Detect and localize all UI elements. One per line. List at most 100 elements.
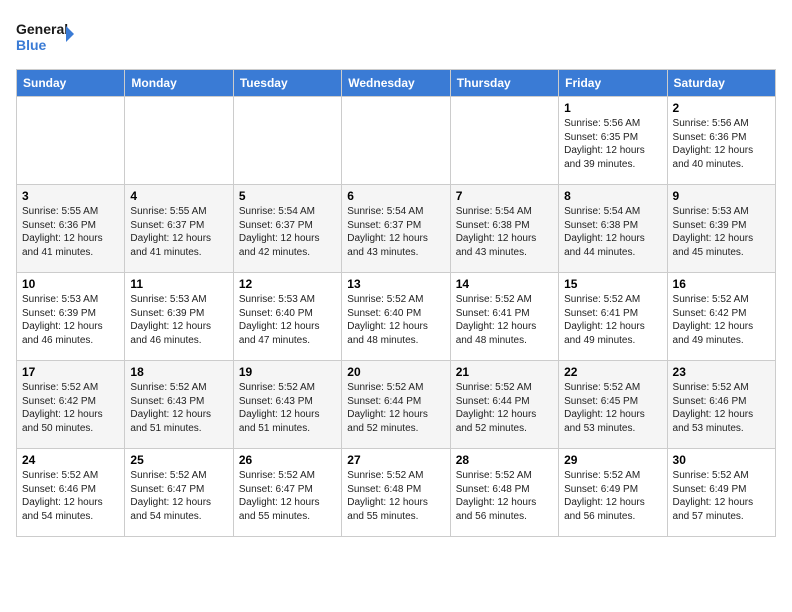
day-number: 3 xyxy=(22,189,119,203)
calendar-cell: 12 Sunrise: 5:53 AM Sunset: 6:40 PM Dayli… xyxy=(233,273,341,361)
calendar-cell: 23 Sunrise: 5:52 AM Sunset: 6:46 PM Dayli… xyxy=(667,361,775,449)
calendar-week-row: 24 Sunrise: 5:52 AM Sunset: 6:46 PM Dayli… xyxy=(17,449,776,537)
weekday-header-row: SundayMondayTuesdayWednesdayThursdayFrid… xyxy=(17,70,776,97)
day-number: 27 xyxy=(347,453,444,467)
day-info: Sunrise: 5:56 AM Sunset: 6:35 PM Dayligh… xyxy=(564,117,661,171)
day-number: 19 xyxy=(239,365,336,379)
calendar-cell xyxy=(17,97,125,185)
day-number: 29 xyxy=(564,453,661,467)
day-info: Sunrise: 5:52 AM Sunset: 6:41 PM Dayligh… xyxy=(456,293,553,347)
calendar-cell xyxy=(450,97,558,185)
day-info: Sunrise: 5:53 AM Sunset: 6:39 PM Dayligh… xyxy=(673,205,770,259)
calendar-cell: 16 Sunrise: 5:52 AM Sunset: 6:42 PM Dayli… xyxy=(667,273,775,361)
day-number: 11 xyxy=(130,277,227,291)
calendar-week-row: 1 Sunrise: 5:56 AM Sunset: 6:35 PM Daylig… xyxy=(17,97,776,185)
day-info: Sunrise: 5:52 AM Sunset: 6:49 PM Dayligh… xyxy=(564,469,661,523)
day-number: 20 xyxy=(347,365,444,379)
day-info: Sunrise: 5:52 AM Sunset: 6:42 PM Dayligh… xyxy=(22,381,119,435)
day-number: 5 xyxy=(239,189,336,203)
day-info: Sunrise: 5:52 AM Sunset: 6:48 PM Dayligh… xyxy=(347,469,444,523)
day-number: 7 xyxy=(456,189,553,203)
calendar-cell: 7Sunrise: 5:54 AM Sunset: 6:38 PM Daylig… xyxy=(450,185,558,273)
header: General Blue xyxy=(16,16,776,61)
calendar-cell: 18 Sunrise: 5:52 AM Sunset: 6:43 PM Dayli… xyxy=(125,361,233,449)
day-info: Sunrise: 5:54 AM Sunset: 6:37 PM Dayligh… xyxy=(347,205,444,259)
weekday-header-thursday: Thursday xyxy=(450,70,558,97)
calendar-week-row: 10 Sunrise: 5:53 AM Sunset: 6:39 PM Dayli… xyxy=(17,273,776,361)
calendar-cell: 10 Sunrise: 5:53 AM Sunset: 6:39 PM Dayli… xyxy=(17,273,125,361)
calendar-cell: 24 Sunrise: 5:52 AM Sunset: 6:46 PM Dayli… xyxy=(17,449,125,537)
day-number: 1 xyxy=(564,101,661,115)
day-number: 21 xyxy=(456,365,553,379)
calendar-week-row: 17 Sunrise: 5:52 AM Sunset: 6:42 PM Dayli… xyxy=(17,361,776,449)
day-number: 16 xyxy=(673,277,770,291)
calendar-cell: 14 Sunrise: 5:52 AM Sunset: 6:41 PM Dayli… xyxy=(450,273,558,361)
calendar-cell: 15 Sunrise: 5:52 AM Sunset: 6:41 PM Dayli… xyxy=(559,273,667,361)
day-info: Sunrise: 5:52 AM Sunset: 6:45 PM Dayligh… xyxy=(564,381,661,435)
calendar-cell: 6 Sunrise: 5:54 AM Sunset: 6:37 PM Daylig… xyxy=(342,185,450,273)
day-number: 18 xyxy=(130,365,227,379)
logo-svg: General Blue xyxy=(16,16,76,61)
weekday-header-wednesday: Wednesday xyxy=(342,70,450,97)
day-info: Sunrise: 5:52 AM Sunset: 6:42 PM Dayligh… xyxy=(673,293,770,347)
calendar-cell: 19 Sunrise: 5:52 AM Sunset: 6:43 PM Dayli… xyxy=(233,361,341,449)
calendar-cell: 20 Sunrise: 5:52 AM Sunset: 6:44 PM Dayli… xyxy=(342,361,450,449)
day-number: 4 xyxy=(130,189,227,203)
calendar-table: SundayMondayTuesdayWednesdayThursdayFrid… xyxy=(16,69,776,537)
calendar-body: 1 Sunrise: 5:56 AM Sunset: 6:35 PM Daylig… xyxy=(17,97,776,537)
day-info: Sunrise: 5:53 AM Sunset: 6:39 PM Dayligh… xyxy=(22,293,119,347)
day-number: 12 xyxy=(239,277,336,291)
calendar-cell: 28Sunrise: 5:52 AM Sunset: 6:48 PM Dayli… xyxy=(450,449,558,537)
calendar-cell: 27 Sunrise: 5:52 AM Sunset: 6:48 PM Dayli… xyxy=(342,449,450,537)
calendar-cell: 1 Sunrise: 5:56 AM Sunset: 6:35 PM Daylig… xyxy=(559,97,667,185)
day-number: 14 xyxy=(456,277,553,291)
day-number: 6 xyxy=(347,189,444,203)
weekday-header-friday: Friday xyxy=(559,70,667,97)
day-info: Sunrise: 5:52 AM Sunset: 6:43 PM Dayligh… xyxy=(130,381,227,435)
logo: General Blue xyxy=(16,16,76,61)
calendar-cell: 3 Sunrise: 5:55 AM Sunset: 6:36 PM Daylig… xyxy=(17,185,125,273)
calendar-cell: 11 Sunrise: 5:53 AM Sunset: 6:39 PM Dayli… xyxy=(125,273,233,361)
calendar-cell: 25 Sunrise: 5:52 AM Sunset: 6:47 PM Dayli… xyxy=(125,449,233,537)
day-info: Sunrise: 5:52 AM Sunset: 6:43 PM Dayligh… xyxy=(239,381,336,435)
day-number: 10 xyxy=(22,277,119,291)
day-info: Sunrise: 5:55 AM Sunset: 6:36 PM Dayligh… xyxy=(22,205,119,259)
calendar-cell: 26 Sunrise: 5:52 AM Sunset: 6:47 PM Dayli… xyxy=(233,449,341,537)
weekday-header-tuesday: Tuesday xyxy=(233,70,341,97)
day-number: 13 xyxy=(347,277,444,291)
calendar-cell: 8Sunrise: 5:54 AM Sunset: 6:38 PM Daylig… xyxy=(559,185,667,273)
day-info: Sunrise: 5:52 AM Sunset: 6:40 PM Dayligh… xyxy=(347,293,444,347)
day-number: 2 xyxy=(673,101,770,115)
day-info: Sunrise: 5:55 AM Sunset: 6:37 PM Dayligh… xyxy=(130,205,227,259)
day-number: 22 xyxy=(564,365,661,379)
calendar-header: SundayMondayTuesdayWednesdayThursdayFrid… xyxy=(17,70,776,97)
day-info: Sunrise: 5:53 AM Sunset: 6:40 PM Dayligh… xyxy=(239,293,336,347)
day-number: 23 xyxy=(673,365,770,379)
day-info: Sunrise: 5:52 AM Sunset: 6:47 PM Dayligh… xyxy=(130,469,227,523)
calendar-cell: 30 Sunrise: 5:52 AM Sunset: 6:49 PM Dayli… xyxy=(667,449,775,537)
day-info: Sunrise: 5:52 AM Sunset: 6:44 PM Dayligh… xyxy=(347,381,444,435)
day-info: Sunrise: 5:52 AM Sunset: 6:41 PM Dayligh… xyxy=(564,293,661,347)
day-info: Sunrise: 5:52 AM Sunset: 6:49 PM Dayligh… xyxy=(673,469,770,523)
calendar-cell xyxy=(125,97,233,185)
calendar-cell: 2 Sunrise: 5:56 AM Sunset: 6:36 PM Daylig… xyxy=(667,97,775,185)
day-info: Sunrise: 5:52 AM Sunset: 6:46 PM Dayligh… xyxy=(673,381,770,435)
day-info: Sunrise: 5:52 AM Sunset: 6:47 PM Dayligh… xyxy=(239,469,336,523)
day-number: 28 xyxy=(456,453,553,467)
day-number: 26 xyxy=(239,453,336,467)
day-info: Sunrise: 5:52 AM Sunset: 6:46 PM Dayligh… xyxy=(22,469,119,523)
day-info: Sunrise: 5:54 AM Sunset: 6:37 PM Dayligh… xyxy=(239,205,336,259)
day-info: Sunrise: 5:53 AM Sunset: 6:39 PM Dayligh… xyxy=(130,293,227,347)
weekday-header-sunday: Sunday xyxy=(17,70,125,97)
day-number: 30 xyxy=(673,453,770,467)
day-info: Sunrise: 5:56 AM Sunset: 6:36 PM Dayligh… xyxy=(673,117,770,171)
calendar-week-row: 3 Sunrise: 5:55 AM Sunset: 6:36 PM Daylig… xyxy=(17,185,776,273)
weekday-header-saturday: Saturday xyxy=(667,70,775,97)
calendar-cell: 21Sunrise: 5:52 AM Sunset: 6:44 PM Dayli… xyxy=(450,361,558,449)
day-number: 24 xyxy=(22,453,119,467)
day-number: 25 xyxy=(130,453,227,467)
day-number: 15 xyxy=(564,277,661,291)
calendar-cell: 13 Sunrise: 5:52 AM Sunset: 6:40 PM Dayli… xyxy=(342,273,450,361)
day-number: 17 xyxy=(22,365,119,379)
calendar-cell xyxy=(233,97,341,185)
